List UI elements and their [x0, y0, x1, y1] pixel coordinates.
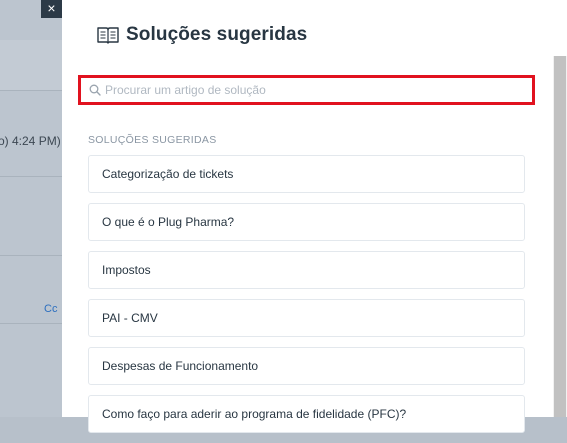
list-item[interactable]: Despesas de Funcionamento [88, 347, 525, 385]
section-label: SOLUÇÕES SUGERIDAS [88, 134, 217, 146]
background-divider [0, 255, 62, 256]
list-item-label: Como faço para aderir ao programa de fid… [102, 407, 407, 421]
list-item[interactable]: PAI - CMV [88, 299, 525, 337]
book-icon [97, 27, 119, 44]
list-item[interactable]: Categorização de tickets [88, 155, 525, 193]
search-box[interactable] [78, 75, 535, 105]
search-icon [89, 84, 101, 96]
list-item-label: Categorização de tickets [102, 167, 234, 181]
background-divider [0, 176, 62, 177]
background-app: (o) 4:24 PM) Cc [0, 0, 62, 417]
background-cc-link: Cc [44, 303, 58, 315]
close-button[interactable]: × [41, 0, 62, 18]
list-item-label: Impostos [102, 263, 151, 277]
scrollbar[interactable] [553, 56, 567, 417]
panel-title: Soluções sugeridas [126, 24, 308, 45]
scrollbar-thumb[interactable] [554, 56, 566, 417]
suggested-solutions-panel: Soluções sugeridas SOLUÇÕES SUGERIDAS Ca… [62, 0, 567, 433]
close-icon[interactable]: × [47, 0, 55, 16]
background-divider [0, 323, 62, 324]
background-timestamp: (o) 4:24 PM) [0, 134, 61, 148]
panel-header: Soluções sugeridas [97, 24, 307, 46]
background-header-band [0, 40, 62, 90]
suggested-solutions-list: Categorização de tickets O que é o Plug … [88, 155, 525, 443]
list-item-label: Despesas de Funcionamento [102, 359, 259, 373]
list-item[interactable]: Como faço para aderir ao programa de fid… [88, 395, 525, 433]
search-input[interactable] [105, 78, 525, 102]
list-item-label: PAI - CMV [102, 311, 158, 325]
list-item[interactable]: Impostos [88, 251, 525, 289]
background-divider [0, 90, 62, 91]
list-item[interactable]: O que é o Plug Pharma? [88, 203, 525, 241]
list-item-label: O que é o Plug Pharma? [102, 215, 235, 229]
